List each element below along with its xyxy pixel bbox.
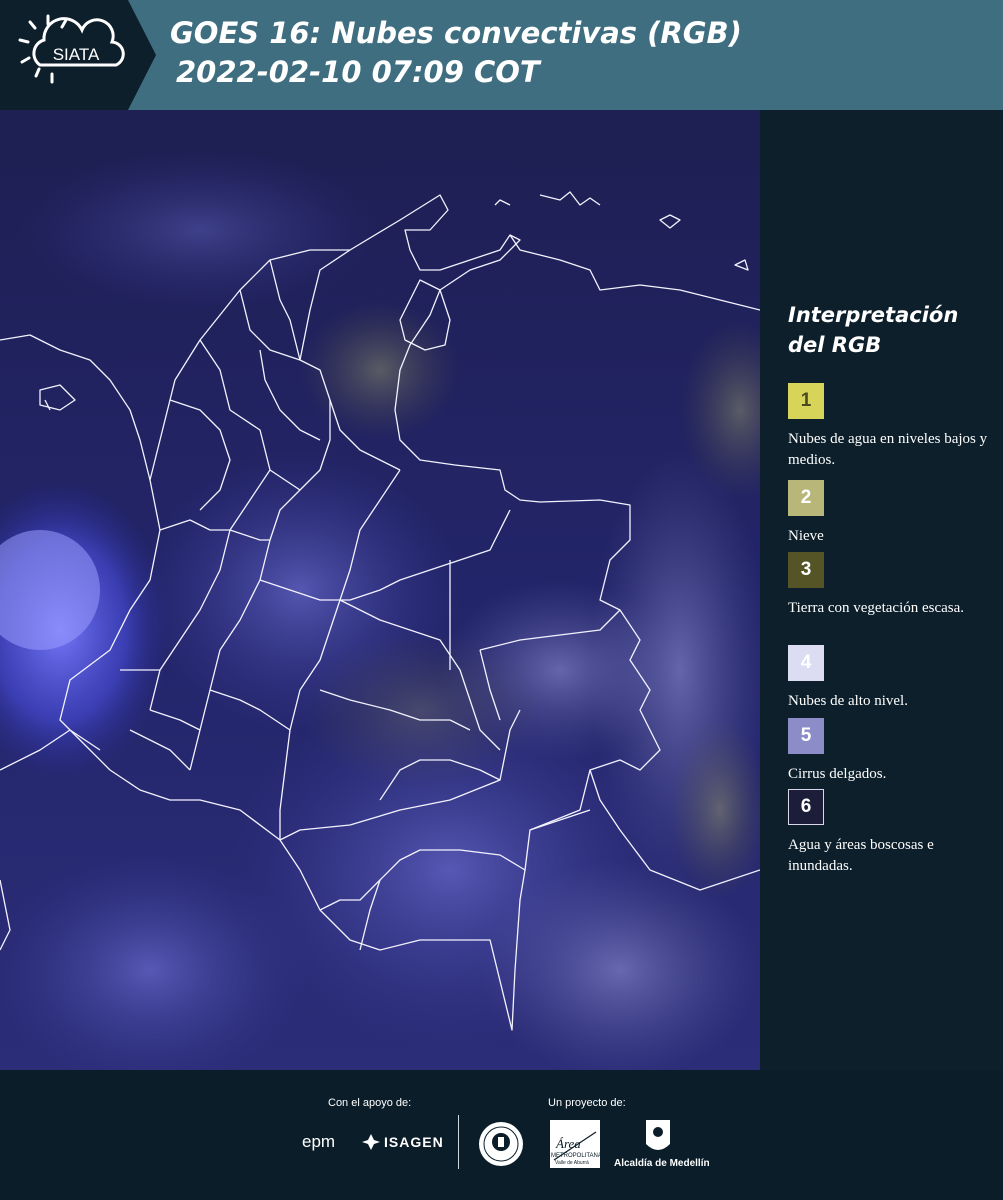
legend-label-2: Nieve: [788, 528, 824, 544]
legend-swatch-4: 4: [788, 645, 824, 681]
alcaldia-logo-text: Alcaldía de Medellín: [614, 1158, 710, 1169]
legend-label-3: Tierra con vegetación escasa.: [788, 600, 965, 616]
legend-label-1: Nubes de agua en niveles bajos y medios.: [788, 431, 988, 468]
legend-item-3: 3 Tierra con vegetación escasa.: [788, 552, 988, 619]
siata-logo-block: SIATA: [0, 0, 156, 110]
legend-swatch-3: 3: [788, 552, 824, 588]
rgb-legend: Interpretación del RGB 1 Nubes de agua e…: [788, 300, 988, 874]
isagen-logo: ISAGEN: [384, 1134, 444, 1150]
legend-label-6: Agua y áreas boscosas e inundadas.: [788, 837, 934, 874]
legend-item-5: 5 Cirrus delgados.: [788, 718, 988, 785]
legend-title: Interpretación del RGB: [788, 303, 959, 357]
legend-swatch-6: 6: [788, 789, 824, 825]
area-logo-text: Área: [556, 1136, 581, 1151]
page-title: GOES 16: Nubes convectivas (RGB): [170, 16, 742, 50]
legend-label-4: Nubes de alto nivel.: [788, 693, 908, 709]
medellin-seal-icon: [479, 1122, 523, 1166]
satellite-map: [0, 110, 760, 1070]
legend-label-5: Cirrus delgados.: [788, 766, 887, 782]
legend-item-6: 6 Agua y áreas boscosas e inundadas.: [788, 789, 988, 877]
header-bar: SIATA GOES 16: Nubes convectivas (RGB) 2…: [0, 0, 1003, 110]
legend-swatch-1: 1: [788, 383, 824, 419]
area-logo-sub1: METROPOLITANA: [551, 1153, 602, 1159]
legend-swatch-5: 5: [788, 718, 824, 754]
alcaldia-shield-icon: [646, 1120, 670, 1150]
legend-item-1: 1 Nubes de agua en niveles bajos y medio…: [788, 383, 988, 471]
epm-logo: epm: [302, 1132, 336, 1151]
siata-logo-text: SIATA: [53, 45, 100, 64]
legend-item-4: 4 Nubes de alto nivel.: [788, 645, 988, 712]
area-logo-sub2: Valle de Aburrá: [555, 1160, 589, 1166]
page-timestamp: 2022-02-10 07:09 COT: [176, 55, 540, 89]
isagen-icon: [362, 1134, 380, 1150]
footer-bar: Con el apoyo de: Un proyecto de: epm ISA…: [0, 1070, 1003, 1200]
support-label: Con el apoyo de:: [328, 1097, 412, 1109]
legend-swatch-2: 2: [788, 480, 824, 516]
legend-item-2: 2 Nieve: [788, 480, 988, 547]
project-label: Un proyecto de:: [548, 1097, 626, 1109]
footer-divider: [458, 1115, 459, 1169]
